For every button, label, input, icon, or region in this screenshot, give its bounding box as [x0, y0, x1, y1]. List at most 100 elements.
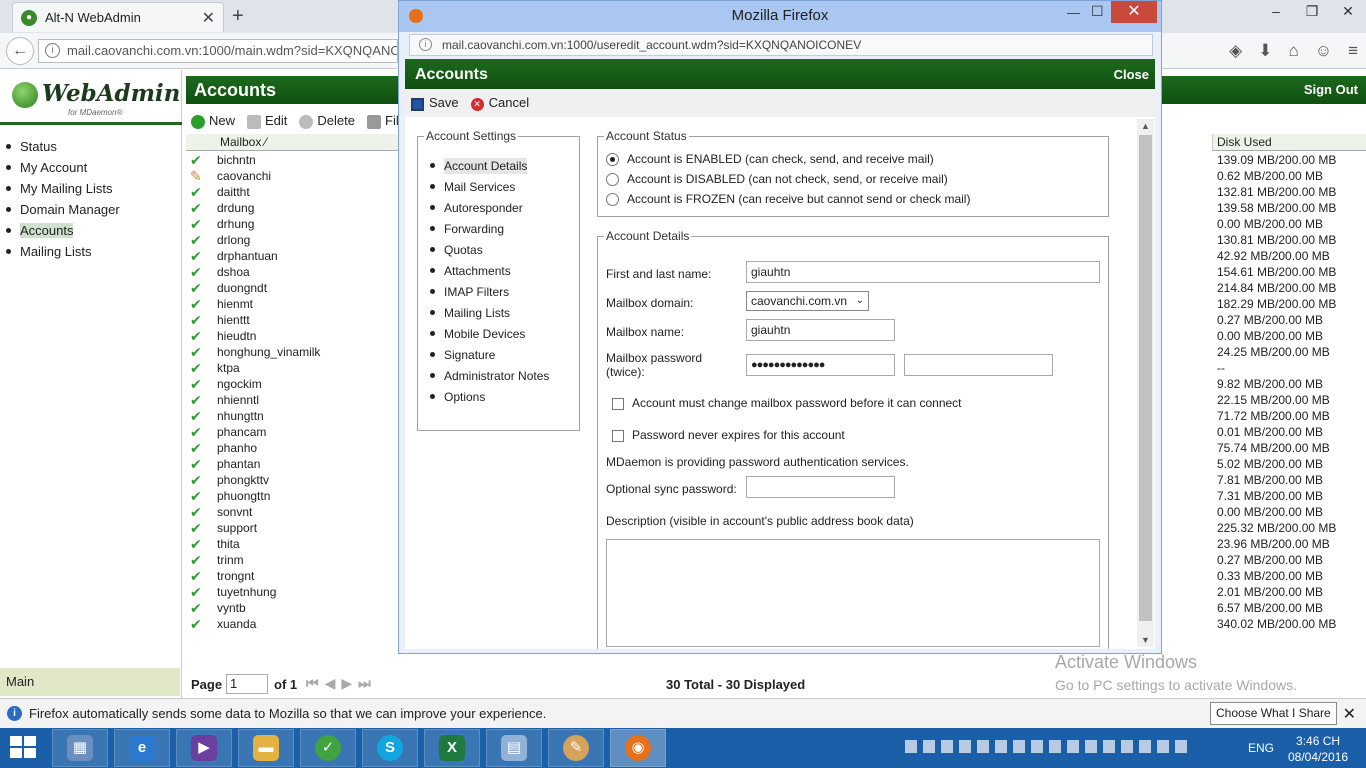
- mailbox-row[interactable]: ✔ hienmt: [186, 296, 398, 312]
- tray-icon[interactable]: [995, 740, 1007, 753]
- clock[interactable]: 3:46 CH 08/04/2016: [1288, 733, 1348, 765]
- close-window-icon[interactable]: ✕: [1111, 1, 1157, 23]
- edit-button[interactable]: Edit: [247, 113, 287, 129]
- nav-item-my-account[interactable]: My Account: [6, 157, 120, 178]
- mailbox-row[interactable]: ✔ xuanda: [186, 616, 398, 632]
- mailbox-row[interactable]: ✔ drlong: [186, 232, 398, 248]
- popup-scrollbar[interactable]: ▲ ▼: [1137, 119, 1154, 647]
- tray-icon[interactable]: [1013, 740, 1025, 753]
- mailbox-row[interactable]: ✎ caovanchi: [186, 168, 398, 184]
- tray-icon[interactable]: [1031, 740, 1043, 753]
- mailbox-row[interactable]: ✔ phongkttv: [186, 472, 398, 488]
- home-icon[interactable]: ⌂: [1288, 41, 1298, 61]
- settings-item[interactable]: Administrator Notes: [418, 365, 579, 386]
- mailbox-domain-select[interactable]: caovanchi.com.vn ⌄: [746, 291, 869, 311]
- taskbar-app-firefox[interactable]: ◉: [610, 729, 666, 767]
- close-link[interactable]: Close: [1114, 67, 1149, 82]
- mailbox-row[interactable]: ✔ hienttt: [186, 312, 398, 328]
- nav-item-domain-manager[interactable]: Domain Manager: [6, 199, 120, 220]
- save-button[interactable]: Save: [411, 95, 459, 111]
- radio-button[interactable]: [606, 172, 619, 186]
- mailbox-row[interactable]: ✔ trongnt: [186, 568, 398, 584]
- sign-out-link[interactable]: Sign Out: [1304, 82, 1358, 97]
- mailbox-row[interactable]: ✔ sonvnt: [186, 504, 398, 520]
- settings-item[interactable]: IMAP Filters: [418, 281, 579, 302]
- scroll-down-icon[interactable]: ▼: [1137, 635, 1154, 645]
- maximize-icon[interactable]: ☐: [1091, 3, 1104, 20]
- settings-item[interactable]: Quotas: [418, 239, 579, 260]
- mailbox-row[interactable]: ✔ tuyetnhung: [186, 584, 398, 600]
- tray-icon[interactable]: [977, 740, 989, 753]
- password-confirm-input[interactable]: [904, 354, 1053, 376]
- tray-icon[interactable]: [959, 740, 971, 753]
- new-button[interactable]: New: [191, 113, 235, 129]
- minimize-icon[interactable]: –: [1258, 0, 1294, 30]
- tray-icon[interactable]: [1139, 740, 1151, 753]
- taskbar-app-paint[interactable]: ✎: [548, 729, 604, 767]
- mailbox-row[interactable]: ✔ vyntb: [186, 600, 398, 616]
- page-nav-icons[interactable]: ⏮◀▶⏭: [306, 675, 377, 692]
- mailbox-name-input[interactable]: giauhtn: [746, 319, 895, 341]
- mailbox-row[interactable]: ✔ drhung: [186, 216, 398, 232]
- description-textarea[interactable]: [606, 539, 1100, 647]
- mailbox-row[interactable]: ✔ honghung_vinamilk: [186, 344, 398, 360]
- status-option[interactable]: Account is FROZEN (can receive but canno…: [598, 189, 1108, 209]
- mailbox-row[interactable]: ✔ nhienntl: [186, 392, 398, 408]
- tray-icon[interactable]: [941, 740, 953, 753]
- choose-what-i-share-button[interactable]: Choose What I Share: [1210, 702, 1337, 725]
- settings-item[interactable]: Attachments: [418, 260, 579, 281]
- mailbox-row[interactable]: ✔ nhungttn: [186, 408, 398, 424]
- tray-icon[interactable]: [923, 740, 935, 753]
- mailbox-row[interactable]: ✔ phuongttn: [186, 488, 398, 504]
- tray-icon[interactable]: [1085, 740, 1097, 753]
- mailbox-row[interactable]: ✔ trinm: [186, 552, 398, 568]
- settings-item[interactable]: Mobile Devices: [418, 323, 579, 344]
- mailbox-row[interactable]: ✔ phanho: [186, 440, 398, 456]
- mailbox-row[interactable]: ✔ daittht: [186, 184, 398, 200]
- tray-icon[interactable]: [905, 740, 917, 753]
- password-never-expires-option[interactable]: Password never expires for this account: [612, 428, 845, 442]
- taskbar-app-ie[interactable]: e: [114, 729, 170, 767]
- menu-icon[interactable]: ≡: [1348, 41, 1358, 61]
- taskbar-app-excel[interactable]: X: [424, 729, 480, 767]
- restore-icon[interactable]: ❐: [1294, 0, 1330, 30]
- mailbox-row[interactable]: ✔ drphantuan: [186, 248, 398, 264]
- tray-icon[interactable]: [1049, 740, 1061, 753]
- scroll-thumb[interactable]: [1139, 135, 1152, 621]
- close-tab-icon[interactable]: ✕: [202, 8, 215, 28]
- settings-item[interactable]: Mail Services: [418, 176, 579, 197]
- volume-icon[interactable]: [1157, 740, 1169, 753]
- nav-item-my-mailing-lists[interactable]: My Mailing Lists: [6, 178, 120, 199]
- sync-password-input[interactable]: [746, 476, 895, 498]
- settings-item[interactable]: Forwarding: [418, 218, 579, 239]
- back-icon[interactable]: ←: [6, 37, 34, 65]
- mailbox-row[interactable]: ✔ hieudtn: [186, 328, 398, 344]
- account-icon[interactable]: ☺: [1315, 41, 1332, 61]
- mailbox-column-header[interactable]: Mailbox ⁄: [186, 134, 400, 151]
- info-icon[interactable]: i: [419, 38, 432, 51]
- windows-start-icon[interactable]: [10, 736, 38, 760]
- url-bar[interactable]: i mail.caovanchi.com.vn:1000/main.wdm?si…: [38, 39, 398, 63]
- settings-item[interactable]: Autoresponder: [418, 197, 579, 218]
- first-last-name-input[interactable]: giauhtn: [746, 261, 1100, 283]
- radio-button[interactable]: [606, 152, 619, 166]
- taskbar-app-files[interactable]: ▬: [238, 729, 294, 767]
- taskbar-app-explorer-settings[interactable]: ▦: [52, 729, 108, 767]
- password-input[interactable]: ●●●●●●●●●●●●●: [746, 354, 895, 376]
- mailbox-row[interactable]: ✔ thita: [186, 536, 398, 552]
- checkbox-icon[interactable]: [612, 429, 624, 442]
- taskbar-app-editor[interactable]: ▤: [486, 729, 542, 767]
- new-tab-icon[interactable]: +: [232, 5, 244, 28]
- tray-icon[interactable]: [1067, 740, 1079, 753]
- settings-item[interactable]: Signature: [418, 344, 579, 365]
- settings-item[interactable]: Mailing Lists: [418, 302, 579, 323]
- mailbox-row[interactable]: ✔ ngockim: [186, 376, 398, 392]
- disk-used-column-header[interactable]: Disk Used: [1212, 134, 1366, 151]
- taskbar-app-vs[interactable]: ▶: [176, 729, 232, 767]
- tray-icon[interactable]: [1121, 740, 1133, 753]
- mailbox-row[interactable]: ✔ phancam: [186, 424, 398, 440]
- cancel-button[interactable]: ✕ Cancel: [470, 95, 529, 111]
- must-change-password-option[interactable]: Account must change mailbox password bef…: [612, 396, 962, 410]
- checkbox-icon[interactable]: [612, 397, 624, 410]
- close-window-icon[interactable]: ✕: [1330, 0, 1366, 30]
